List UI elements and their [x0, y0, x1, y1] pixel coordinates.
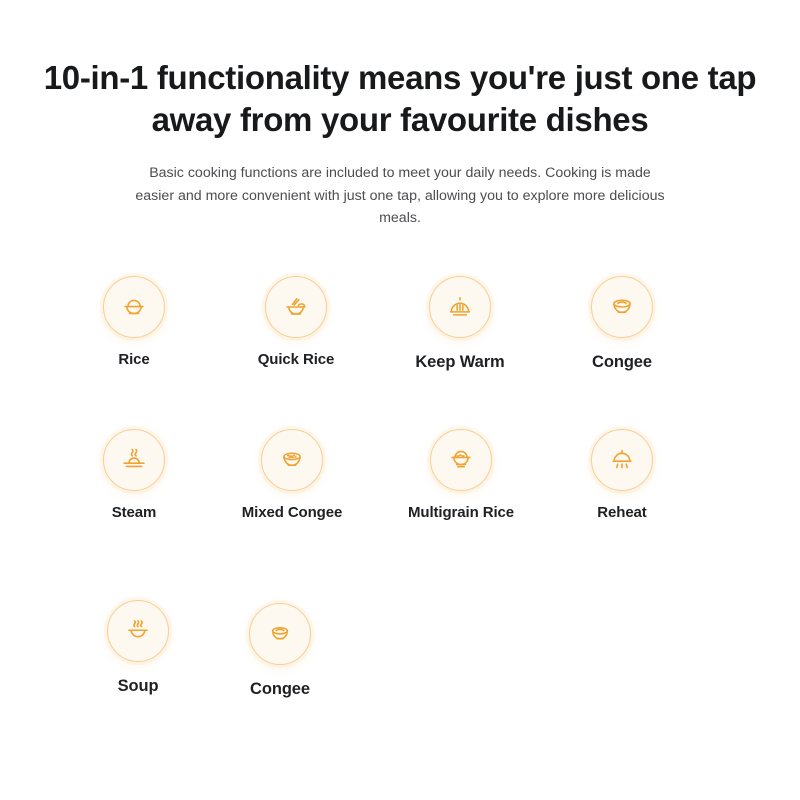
congee-bowl-icon: [266, 620, 294, 648]
function-badge[interactable]: [591, 429, 653, 491]
function-item-steam[interactable]: Steam: [44, 429, 224, 521]
soup-bowl-steam-icon: [123, 616, 153, 646]
function-label: Congee: [250, 680, 310, 698]
function-item-mixed-congee[interactable]: Mixed Congee: [202, 429, 382, 521]
mixed-grain-bowl-icon: [277, 445, 307, 475]
function-label: Congee: [592, 353, 652, 371]
function-badge[interactable]: [249, 603, 311, 665]
function-badge[interactable]: [430, 429, 492, 491]
function-badge[interactable]: [103, 276, 165, 338]
function-item-quick-rice[interactable]: Quick Rice: [206, 276, 386, 368]
function-item-rice[interactable]: Rice: [44, 276, 224, 368]
function-grid: Rice Quick Rice Keep Warm Congee Steam M…: [0, 0, 800, 800]
function-item-congee-2[interactable]: Congee: [190, 603, 370, 699]
function-badge[interactable]: [261, 429, 323, 491]
promo-page: 10-in-1 functionality means you're just …: [0, 0, 800, 800]
reheat-dome-icon: [607, 445, 637, 475]
cloche-heat-icon: [445, 292, 475, 322]
function-label: Multigrain Rice: [407, 504, 514, 521]
function-badge[interactable]: [107, 600, 169, 662]
steam-plate-icon: [119, 445, 149, 475]
function-badge[interactable]: [103, 429, 165, 491]
function-label: Rice: [118, 351, 150, 368]
congee-bowl-icon: [607, 292, 637, 322]
function-item-reheat[interactable]: Reheat: [532, 429, 712, 521]
function-label: Mixed Congee: [241, 504, 343, 521]
rice-bowl-icon: [119, 292, 149, 322]
function-badge[interactable]: [429, 276, 491, 338]
function-badge[interactable]: [265, 276, 327, 338]
function-item-congee[interactable]: Congee: [532, 276, 712, 372]
noodle-bowl-chopsticks-icon: [281, 292, 311, 322]
function-label: Quick Rice: [257, 351, 335, 368]
function-item-multigrain-rice[interactable]: Multigrain Rice: [371, 429, 551, 521]
function-label: Keep Warm: [415, 353, 505, 371]
multigrain-bowl-icon: [446, 445, 476, 475]
function-badge[interactable]: [591, 276, 653, 338]
function-label: Steam: [111, 504, 157, 521]
function-label: Reheat: [597, 504, 647, 521]
function-item-keep-warm[interactable]: Keep Warm: [370, 276, 550, 372]
